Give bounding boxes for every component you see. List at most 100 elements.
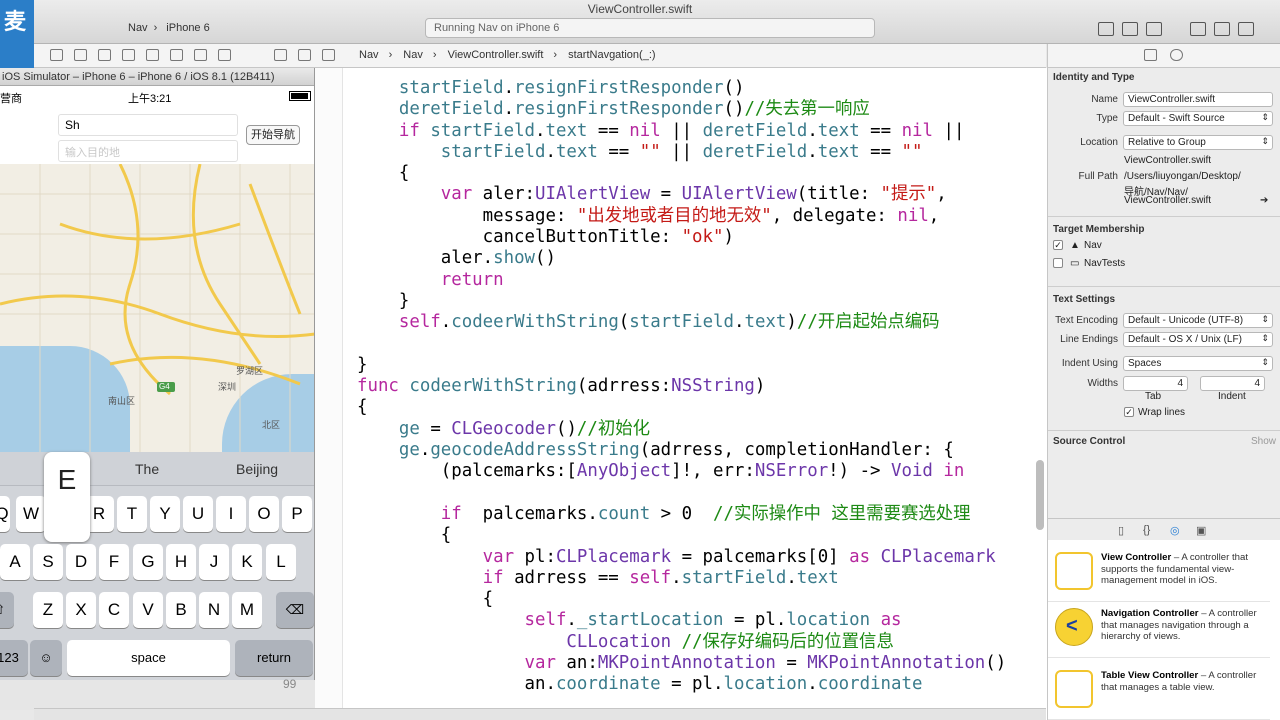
issue-navigator-icon[interactable] xyxy=(122,49,135,61)
code-line[interactable]: } xyxy=(357,291,1006,312)
debug-navigator-icon[interactable] xyxy=(170,49,183,61)
back-arrow-icon[interactable] xyxy=(298,49,311,61)
code-line[interactable]: var pl:CLPlacemark = palcemarks[0] as CL… xyxy=(357,547,1006,568)
key-b[interactable]: B xyxy=(166,592,196,628)
map-view[interactable]: 南山区 深圳 罗湖区 北区 G4 xyxy=(0,164,314,452)
library-item[interactable]: Table View Controller – A controller tha… xyxy=(1048,660,1270,720)
breakpoint-navigator-icon[interactable] xyxy=(194,49,207,61)
target-nav-checkbox[interactable]: ✓ xyxy=(1053,240,1063,250)
key-p[interactable]: P xyxy=(282,496,312,532)
media-library-icon[interactable]: ▣ xyxy=(1196,524,1206,537)
name-field[interactable]: ViewController.swift xyxy=(1123,92,1273,107)
key-n[interactable]: N xyxy=(199,592,229,628)
version-editor-icon[interactable] xyxy=(1146,22,1162,36)
encoding-select[interactable]: Default - Unicode (UTF-8) xyxy=(1123,313,1273,328)
code-line[interactable]: { xyxy=(357,163,1006,184)
key-k[interactable]: K xyxy=(232,544,262,580)
space-key[interactable]: space xyxy=(67,640,230,676)
key-q[interactable]: Q xyxy=(0,496,10,532)
target-navtests-checkbox[interactable] xyxy=(1053,258,1063,268)
code-editor[interactable]: startField.resignFirstResponder() deretF… xyxy=(315,68,1047,720)
tab-width-field[interactable]: 4 xyxy=(1123,376,1188,391)
code-line[interactable] xyxy=(357,334,1006,355)
utilities-toggle-icon[interactable] xyxy=(1238,22,1254,36)
related-items-icon[interactable] xyxy=(274,49,287,61)
code-line[interactable] xyxy=(357,483,1006,504)
return-key[interactable]: return xyxy=(235,640,313,676)
object-library-icon[interactable]: ◎ xyxy=(1170,524,1180,537)
code-line[interactable]: cancelButtonTitle: "ok") xyxy=(357,227,1006,248)
symbol-navigator-icon[interactable] xyxy=(74,49,87,61)
key-i[interactable]: I xyxy=(216,496,246,532)
emoji-key[interactable]: ☺ xyxy=(30,640,62,676)
indent-width-field[interactable]: 4 xyxy=(1200,376,1265,391)
breadcrumb-file[interactable]: ViewController.swift xyxy=(448,49,544,61)
key-c[interactable]: C xyxy=(99,592,129,628)
breadcrumb-project[interactable]: Nav xyxy=(359,49,379,61)
library-item[interactable]: < Navigation Controller – A controller t… xyxy=(1048,598,1270,658)
key-z[interactable]: Z xyxy=(33,592,63,628)
code-line[interactable]: } xyxy=(357,355,1006,376)
indent-using-select[interactable]: Spaces xyxy=(1123,356,1273,371)
code-line[interactable]: ge = CLGeocoder()//初始化 xyxy=(357,419,1006,440)
prediction-2[interactable]: Beijing xyxy=(236,461,278,477)
delete-key[interactable]: ⌫ xyxy=(276,592,314,628)
file-template-icon[interactable]: ▯ xyxy=(1118,524,1124,537)
library-item[interactable]: View Controller – A controller that supp… xyxy=(1048,542,1270,602)
key-x[interactable]: X xyxy=(66,592,96,628)
breadcrumb[interactable]: Nav › Nav › ViewController.swift › startNav… xyxy=(359,49,666,61)
code-snippet-icon[interactable]: {} xyxy=(1143,524,1150,536)
code-line[interactable]: self.codeerWithString(startField.text)//… xyxy=(357,312,1006,333)
numbers-key[interactable]: 123 xyxy=(0,640,28,676)
project-navigator-icon[interactable] xyxy=(50,49,63,61)
source-control-show[interactable]: Show xyxy=(1251,436,1276,447)
source-code[interactable]: startField.resignFirstResponder() deretF… xyxy=(357,78,1006,696)
location-select[interactable]: Relative to Group xyxy=(1123,135,1273,150)
code-line[interactable]: { xyxy=(357,589,1006,610)
key-v[interactable]: V xyxy=(133,592,163,628)
breadcrumb-method[interactable]: startNavgation(_:) xyxy=(568,49,655,61)
shift-key[interactable]: ⇧ xyxy=(0,592,14,628)
key-f[interactable]: F xyxy=(99,544,129,580)
code-line[interactable]: if palcemarks.count > 0 //实际操作中 这里需要赛选处理 xyxy=(357,504,1006,525)
navigator-toggle-icon[interactable] xyxy=(1190,22,1206,36)
editor-scrollbar[interactable] xyxy=(1036,460,1044,530)
file-inspector-icon[interactable] xyxy=(1144,49,1157,61)
scheme-selector[interactable]: Nav › iPhone 6 xyxy=(128,22,216,34)
assistant-editor-icon[interactable] xyxy=(1122,22,1138,36)
key-g[interactable]: G xyxy=(133,544,163,580)
destination-input[interactable]: 输入目的地 xyxy=(58,140,238,162)
key-h[interactable]: H xyxy=(166,544,196,580)
reveal-arrow-icon[interactable]: ➔ xyxy=(1260,195,1268,206)
code-line[interactable]: aler.show() xyxy=(357,248,1006,269)
code-line[interactable]: CLLocation //保存好编码后的位置信息 xyxy=(357,632,1006,653)
code-line[interactable]: if adrress == self.startField.text xyxy=(357,568,1006,589)
forward-arrow-icon[interactable] xyxy=(322,49,335,61)
code-line[interactable]: var aler:UIAlertView = UIAlertView(title… xyxy=(357,184,1006,205)
find-navigator-icon[interactable] xyxy=(98,49,111,61)
type-select[interactable]: Default - Swift Source xyxy=(1123,111,1273,126)
code-line[interactable]: deretField.resignFirstResponder()//失去第一响… xyxy=(357,99,1006,120)
key-w[interactable]: W xyxy=(16,496,46,532)
start-input[interactable]: Sh xyxy=(58,114,238,136)
code-line[interactable]: return xyxy=(357,270,1006,291)
code-line[interactable]: ge.geocodeAddressString(adrress, complet… xyxy=(357,440,1006,461)
key-t[interactable]: T xyxy=(117,496,147,532)
wrap-lines-checkbox[interactable]: ✓ xyxy=(1124,407,1134,417)
code-line[interactable]: func codeerWithString(adrress:NSString) xyxy=(357,376,1006,397)
quick-help-icon[interactable] xyxy=(1170,49,1183,61)
line-endings-select[interactable]: Default - OS X / Unix (LF) xyxy=(1123,332,1273,347)
code-line[interactable]: an.coordinate = pl.location.coordinate xyxy=(357,674,1006,695)
key-d[interactable]: D xyxy=(66,544,96,580)
code-line[interactable]: message: "出发地或者目的地无效", delegate: nil, xyxy=(357,206,1006,227)
key-a[interactable]: A xyxy=(0,544,30,580)
key-l[interactable]: L xyxy=(266,544,296,580)
code-line[interactable]: var an:MKPointAnnotation = MKPointAnnota… xyxy=(357,653,1007,674)
code-line[interactable]: { xyxy=(357,397,1006,418)
code-line[interactable]: if startField.text == nil || deretField.… xyxy=(357,121,1006,142)
test-navigator-icon[interactable] xyxy=(146,49,159,61)
code-line[interactable]: startField.text == "" || deretField.text… xyxy=(357,142,1006,163)
start-navigation-button[interactable]: 开始导航 xyxy=(246,125,300,145)
key-y[interactable]: Y xyxy=(150,496,180,532)
code-line[interactable]: self._startLocation = pl.location as xyxy=(357,610,1006,631)
